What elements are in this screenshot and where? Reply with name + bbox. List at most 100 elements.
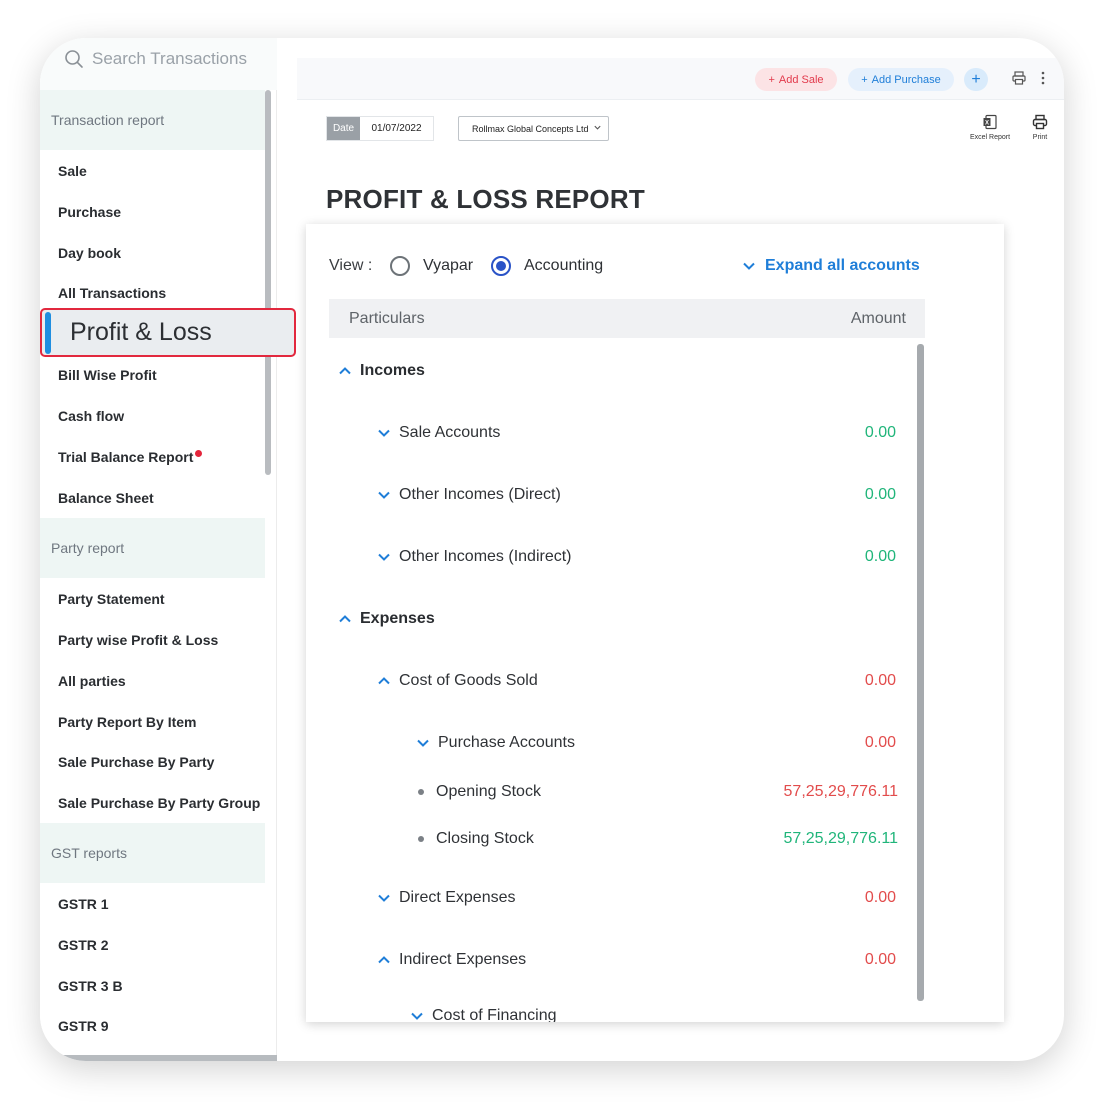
radio-vyapar[interactable] (390, 256, 410, 276)
account-label: Purchase Accounts (438, 734, 575, 751)
chevron-down-icon (417, 739, 429, 747)
account-row-cost-of-financing[interactable]: Cost of Financing (410, 1007, 557, 1022)
date-label: Date (327, 117, 360, 140)
amount-indirect-expenses: 0.00 (864, 951, 896, 968)
chevron-down-icon (378, 894, 390, 902)
sidebar-item-gstr2[interactable]: GSTR 2 (58, 937, 109, 953)
sidebar-item-day-book[interactable]: Day book (58, 245, 121, 261)
account-label: Cost of Financing (432, 1007, 557, 1022)
account-row-other-incomes-indirect[interactable]: Other Incomes (Indirect) (377, 548, 572, 566)
amount-other-incomes-indirect: 0.00 (864, 548, 896, 565)
account-row-sale-accounts[interactable]: Sale Accounts (377, 424, 500, 442)
search-bar[interactable]: Search Transactions (40, 38, 277, 90)
radio-accounting-label[interactable]: Accounting (524, 257, 603, 275)
sidebar-scrollbar[interactable] (265, 90, 271, 475)
table-header: Particulars Amount (329, 299, 925, 338)
account-row-indirect-expenses[interactable]: Indirect Expenses (377, 951, 526, 969)
chevron-down-icon (594, 125, 601, 130)
add-more-button[interactable]: + (964, 68, 988, 91)
search-placeholder[interactable]: Search Transactions (92, 49, 247, 69)
amount-other-incomes-direct: 0.00 (864, 486, 896, 503)
amount-closing-stock: 57,25,29,776.11 (783, 830, 898, 847)
firm-select[interactable]: Rollmax Global Concepts Ltd (458, 116, 609, 141)
account-label: Cost of Goods Sold (399, 672, 538, 689)
new-badge-dot (195, 450, 203, 457)
view-label: View : (329, 257, 373, 274)
print-label: Print (1032, 134, 1048, 141)
sidebar-item-bill-wise-profit[interactable]: Bill Wise Profit (58, 367, 157, 383)
chevron-up-icon (378, 956, 390, 964)
date-filter[interactable]: Date 01/07/2022 (326, 116, 434, 141)
date-value[interactable]: 01/07/2022 (360, 117, 433, 140)
sidebar-item-cash-flow[interactable]: Cash flow (58, 408, 124, 424)
account-label: Opening Stock (436, 783, 541, 800)
account-row-purchase-accounts[interactable]: Purchase Accounts (416, 734, 575, 752)
plus-icon: + (861, 73, 868, 86)
account-label: Sale Accounts (399, 424, 501, 441)
amount-sale-accounts: 0.00 (864, 424, 896, 441)
chevron-down-icon (378, 553, 390, 561)
report-card: View : Vyapar Accounting Expand all acco… (306, 224, 1004, 1022)
expand-all-label: Expand all accounts (765, 257, 920, 274)
account-row-other-incomes-direct[interactable]: Other Incomes (Direct) (377, 486, 561, 504)
report-scrollbar[interactable] (917, 344, 924, 1001)
bullet-icon (418, 836, 424, 842)
section-transaction-report: Transaction report (40, 90, 265, 150)
add-sale-label: Add Sale (778, 73, 824, 86)
excel-report-button[interactable]: X Excel Report (970, 114, 1010, 141)
account-row-closing-stock: Closing Stock (418, 830, 534, 848)
search-icon (65, 50, 83, 68)
print-button[interactable]: Print (1032, 114, 1048, 141)
expenses-group[interactable]: Expenses (338, 610, 435, 628)
chevron-down-icon (378, 491, 390, 499)
expand-all-button[interactable]: Expand all accounts (742, 257, 920, 275)
amount-opening-stock: 57,25,29,776.11 (783, 783, 898, 800)
expenses-label: Expenses (360, 610, 435, 627)
sidebar-item-sale-purchase-by-party-group[interactable]: Sale Purchase By Party Group (58, 795, 260, 811)
sidebar-item-sale-purchase-by-party[interactable]: Sale Purchase By Party (58, 754, 214, 770)
sidebar-item-party-wise-pl[interactable]: Party wise Profit & Loss (58, 632, 218, 648)
amount-direct-expenses: 0.00 (864, 889, 896, 906)
add-purchase-button[interactable]: + Add Purchase (848, 68, 954, 91)
sidebar-item-party-statement[interactable]: Party Statement (58, 591, 165, 607)
sidebar-item-party-report-by-item[interactable]: Party Report By Item (58, 714, 196, 730)
excel-icon: X (983, 114, 997, 130)
sidebar-item-trial-balance[interactable]: Trial Balance Report (58, 449, 203, 465)
sidebar-item-gstr3b[interactable]: GSTR 3 B (58, 978, 123, 994)
sidebar-item-profit-loss[interactable]: Profit & Loss (40, 308, 296, 357)
chevron-down-icon (743, 262, 755, 270)
print-icon[interactable] (1012, 71, 1026, 85)
sidebar-item-all-transactions[interactable]: All Transactions (58, 285, 166, 301)
account-label: Closing Stock (436, 830, 534, 847)
account-label: Other Incomes (Direct) (399, 486, 561, 503)
amount-cost-of-goods-sold: 0.00 (864, 672, 896, 689)
section-party-report: Party report (40, 518, 265, 578)
amount-purchase-accounts: 0.00 (864, 734, 896, 751)
trial-balance-label: Trial Balance Report (58, 449, 194, 465)
plus-icon: + (768, 73, 775, 86)
sidebar-item-sale[interactable]: Sale (58, 163, 87, 179)
sidebar-item-all-parties[interactable]: All parties (58, 673, 126, 689)
sidebar-item-gstr1[interactable]: GSTR 1 (58, 896, 109, 912)
chevron-up-icon (378, 677, 390, 685)
radio-accounting[interactable] (491, 256, 511, 276)
add-sale-button[interactable]: + Add Sale (755, 68, 837, 91)
sidebar-item-purchase[interactable]: Purchase (58, 204, 121, 220)
sidebar-item-balance-sheet[interactable]: Balance Sheet (58, 490, 154, 506)
sidebar-horizontal-scrollbar[interactable] (40, 1055, 277, 1061)
radio-vyapar-label[interactable]: Vyapar (423, 257, 473, 275)
chevron-up-icon (339, 615, 351, 623)
excel-label: Excel Report (970, 134, 1011, 141)
account-label: Indirect Expenses (399, 951, 527, 968)
account-row-cost-of-goods-sold[interactable]: Cost of Goods Sold (377, 672, 538, 690)
account-row-opening-stock: Opening Stock (418, 783, 541, 801)
chevron-up-icon (339, 367, 351, 375)
active-indicator (45, 312, 51, 354)
page-title: PROFIT & LOSS REPORT (326, 184, 645, 214)
sidebar-item-gstr9[interactable]: GSTR 9 (58, 1018, 109, 1034)
incomes-group[interactable]: Incomes (338, 362, 425, 380)
account-row-direct-expenses[interactable]: Direct Expenses (377, 889, 516, 907)
firm-name: Rollmax Global Concepts Ltd (472, 123, 589, 134)
svg-text:X: X (985, 121, 989, 127)
more-options-icon[interactable] (1041, 71, 1045, 85)
